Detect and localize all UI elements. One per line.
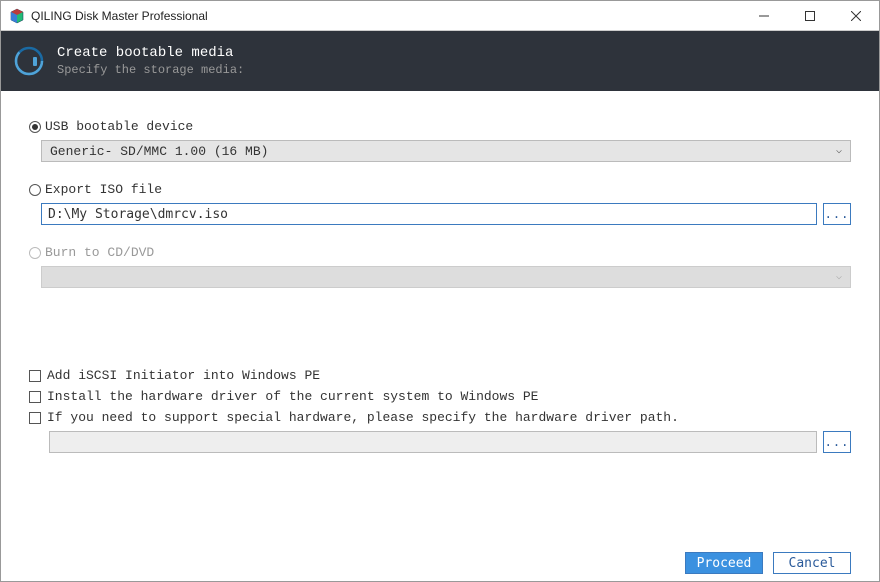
- maximize-button[interactable]: [787, 1, 833, 30]
- cancel-button[interactable]: Cancel: [773, 552, 851, 574]
- checkbox-driver-label: Install the hardware driver of the curre…: [47, 389, 538, 404]
- chevron-down-icon: ⌵: [836, 145, 842, 157]
- radio-cddvd: Burn to CD/DVD: [29, 245, 851, 260]
- checkbox-iscsi-box: [29, 370, 41, 382]
- option-iso: Export ISO file D:\My Storage\dmrcv.iso …: [29, 182, 851, 225]
- checkbox-special-label: If you need to support special hardware,…: [47, 410, 679, 425]
- option-usb: USB bootable device Generic- SD/MMC 1.00…: [29, 119, 851, 162]
- iso-path-row: D:\My Storage\dmrcv.iso ...: [41, 203, 851, 225]
- banner-text: Create bootable media Specify the storag…: [57, 45, 244, 77]
- checkbox-special[interactable]: If you need to support special hardware,…: [29, 410, 851, 425]
- radio-cddvd-label: Burn to CD/DVD: [45, 245, 154, 260]
- minimize-button[interactable]: [741, 1, 787, 30]
- radio-usb-label: USB bootable device: [45, 119, 193, 134]
- app-icon: [9, 8, 25, 24]
- title-bar: QILING Disk Master Professional: [1, 1, 879, 31]
- checkbox-iscsi[interactable]: Add iSCSI Initiator into Windows PE: [29, 368, 851, 383]
- usb-device-dropdown[interactable]: Generic- SD/MMC 1.00 (16 MB) ⌵: [41, 140, 851, 162]
- iso-path-input[interactable]: D:\My Storage\dmrcv.iso: [41, 203, 817, 225]
- window-title: QILING Disk Master Professional: [31, 9, 741, 23]
- banner-title: Create bootable media: [57, 45, 244, 61]
- radio-usb[interactable]: USB bootable device: [29, 119, 851, 134]
- radio-iso-label: Export ISO file: [45, 182, 162, 197]
- iso-browse-button[interactable]: ...: [823, 203, 851, 225]
- cddvd-device-dropdown: ⌵: [41, 266, 851, 288]
- driver-path-row: ...: [49, 431, 851, 453]
- close-button[interactable]: [833, 1, 879, 30]
- iso-path-value: D:\My Storage\dmrcv.iso: [48, 207, 228, 222]
- radio-iso-circle: [29, 184, 41, 196]
- checkbox-driver-box: [29, 391, 41, 403]
- window-controls: [741, 1, 879, 30]
- proceed-button[interactable]: Proceed: [685, 552, 763, 574]
- radio-cddvd-circle: [29, 247, 41, 259]
- checkbox-driver[interactable]: Install the hardware driver of the curre…: [29, 389, 851, 404]
- chevron-down-icon: ⌵: [836, 271, 842, 283]
- footer: Proceed Cancel: [1, 545, 879, 581]
- content-area: USB bootable device Generic- SD/MMC 1.00…: [1, 91, 879, 545]
- checkbox-iscsi-label: Add iSCSI Initiator into Windows PE: [47, 368, 320, 383]
- usb-device-value: Generic- SD/MMC 1.00 (16 MB): [50, 144, 836, 159]
- radio-usb-circle: [29, 121, 41, 133]
- banner-subtitle: Specify the storage media:: [57, 63, 244, 77]
- radio-iso[interactable]: Export ISO file: [29, 182, 851, 197]
- option-cddvd: Burn to CD/DVD ⌵: [29, 245, 851, 288]
- driver-browse-button[interactable]: ...: [823, 431, 851, 453]
- banner-icon: [13, 45, 45, 77]
- header-banner: Create bootable media Specify the storag…: [1, 31, 879, 91]
- checkbox-special-box: [29, 412, 41, 424]
- driver-path-input: [49, 431, 817, 453]
